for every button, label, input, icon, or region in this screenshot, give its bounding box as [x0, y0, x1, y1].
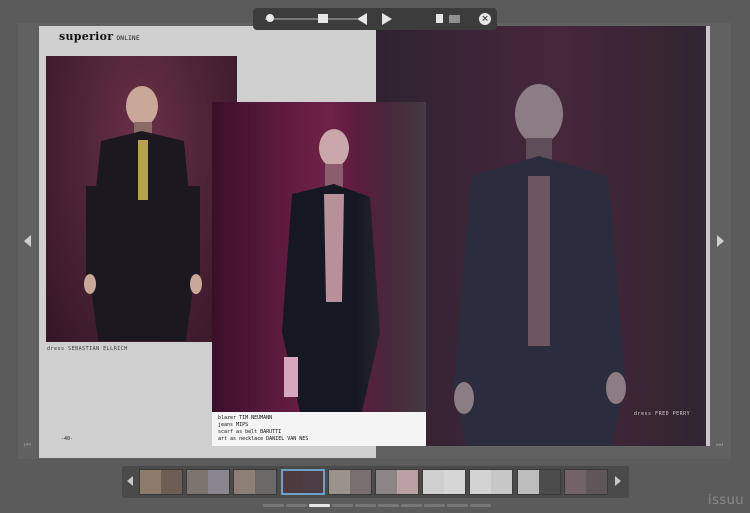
thumbnail[interactable] [233, 469, 278, 495]
thumbnail-right [538, 470, 560, 494]
thumbnail-left [470, 470, 492, 494]
pager-segment[interactable] [332, 504, 353, 507]
photo-tim-neumann [212, 102, 426, 412]
photo-sebastian [46, 56, 237, 342]
pager-segment[interactable] [447, 504, 468, 507]
previous-page-arrow[interactable] [24, 235, 31, 247]
thumbnail-left [517, 470, 539, 494]
thumbnail[interactable] [186, 469, 231, 495]
thumbnail[interactable] [469, 469, 514, 495]
caption-card: blazer TIM NEUMANN jeans MIPS scarf as b… [218, 415, 308, 443]
issuu-logo: issuu [708, 493, 745, 508]
thumbnail-right [444, 470, 466, 494]
pager-segment[interactable] [309, 504, 330, 507]
pager-segment[interactable] [424, 504, 445, 507]
page-edge [706, 26, 710, 446]
pager-segment[interactable] [355, 504, 376, 507]
pager-segment[interactable] [263, 504, 284, 507]
pager-segment[interactable] [470, 504, 491, 507]
thumbnail[interactable] [375, 469, 419, 495]
thumbnail-left [187, 470, 209, 494]
next-icon[interactable] [382, 13, 392, 25]
zoom-slider[interactable] [265, 18, 357, 20]
magazine-logo: superior ONLINE [59, 30, 140, 43]
thumbnail-strip [122, 466, 629, 498]
caption-left: dress SEBASTIAN ELLRICH [47, 346, 128, 352]
spread-icon[interactable] [449, 15, 460, 23]
thumbnail-right [585, 470, 607, 494]
logo-text: superior [59, 30, 114, 43]
portrait-figure-c [454, 84, 626, 446]
zoom-slider-knob[interactable] [266, 14, 274, 22]
thumbnail[interactable] [327, 469, 372, 495]
strip-next-icon[interactable] [615, 476, 621, 486]
right-page[interactable]: dress FRED PERRY [376, 26, 710, 446]
strip-prev-icon[interactable] [127, 476, 133, 486]
page-pager [263, 504, 491, 507]
thumbnail[interactable] [280, 469, 325, 495]
pager-segment[interactable] [401, 504, 422, 507]
thumbnail-left [376, 470, 397, 494]
thumbnail-left [234, 470, 256, 494]
caption-line: jeans MIPS [218, 422, 249, 428]
logo-suffix: ONLINE [116, 35, 140, 42]
caption-right: dress FRED PERRY [634, 411, 691, 417]
thumbnail-left [328, 470, 350, 494]
page-preview-card[interactable]: blazer TIM NEUMANN jeans MIPS scarf as b… [212, 102, 426, 446]
pager-segment[interactable] [378, 504, 399, 507]
last-page-icon[interactable]: ⏭ [716, 440, 723, 450]
pager-segment[interactable] [286, 504, 307, 507]
thumbnail-left [423, 470, 445, 494]
thumbnail-right [349, 470, 371, 494]
thumbnail-left [140, 470, 161, 494]
portrait-figure-a [84, 86, 202, 341]
thumbnail-right [208, 470, 230, 494]
thumbnail-right [161, 470, 182, 494]
caption-line: blazer TIM NEUMANN [218, 415, 273, 421]
first-page-icon[interactable]: ⏮ [24, 440, 31, 450]
thumbnail-left [564, 470, 586, 494]
caption-line: art as necklace DANIEL VAN NES [218, 436, 309, 442]
next-page-arrow[interactable] [717, 235, 724, 247]
preview-shade [356, 102, 426, 412]
thumbnail[interactable] [516, 469, 561, 495]
grid-icon[interactable] [318, 14, 328, 23]
close-icon[interactable]: × [479, 13, 491, 25]
thumbnail-right [397, 470, 418, 494]
reader-toolbar: × [253, 8, 497, 30]
single-page-icon[interactable] [436, 14, 443, 23]
thumbnail-right [491, 470, 513, 494]
page-number: -40- [61, 436, 74, 442]
thumbnail[interactable] [139, 469, 183, 495]
thumbnail[interactable] [563, 469, 608, 495]
previous-icon[interactable] [357, 13, 367, 25]
thumbnail[interactable] [422, 469, 467, 495]
caption-line: scarf as belt BARUTTI [218, 429, 282, 435]
thumbnail-right [255, 470, 277, 494]
thumbnail-left [282, 471, 303, 493]
thumbnail-right [302, 471, 323, 493]
